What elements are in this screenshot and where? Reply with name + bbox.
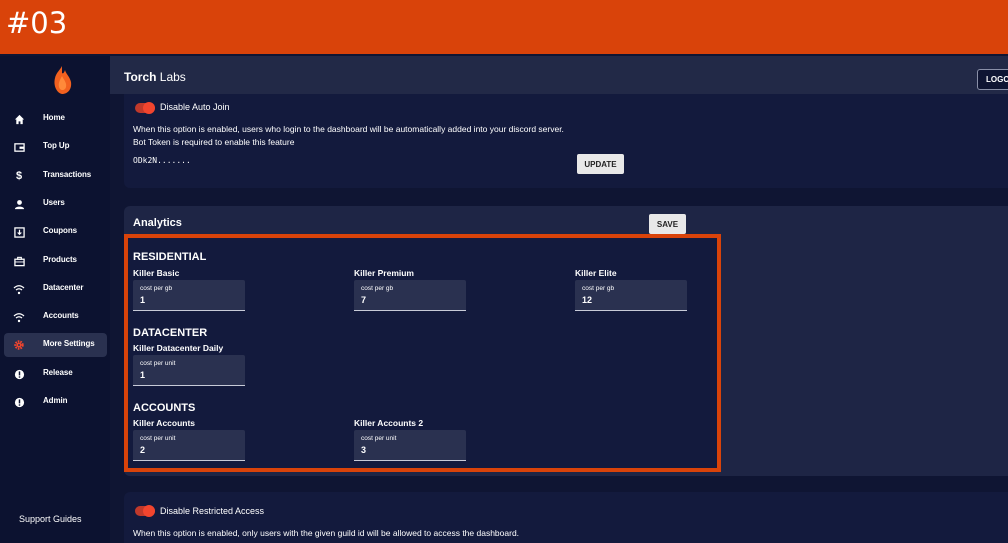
home-icon [12,112,26,126]
brand-suffix: Labs [156,70,186,84]
wifi-icon [12,310,26,324]
sidebar-item-home[interactable]: Home [4,107,107,131]
wallet-icon [12,140,26,154]
sidebar-item-top-up[interactable]: Top Up [4,135,107,159]
flame-icon[interactable] [47,64,77,96]
dollar-icon: $ [15,170,23,182]
field-label: cost per unit [140,435,176,442]
product-name: Killer Basic [133,268,180,278]
top-banner: #03 [0,0,1008,54]
restricted-access-toggle[interactable] [135,505,155,517]
product-costs-highlight: RESIDENTIAL Killer Basic cost per gb 1 K… [124,234,721,472]
logout-button[interactable]: LOGOUT [977,69,1008,90]
field-value: 2 [140,445,146,455]
toggle-knob [143,505,155,517]
sidebar-item-label: Release [43,368,73,377]
cost-input[interactable]: cost per gb 12 [575,280,687,311]
field-label: cost per gb [582,285,615,292]
sidebar-item-datacenter[interactable]: Datacenter [4,277,107,301]
wifi-icon [12,282,26,296]
datacenter-title: DATACENTER [133,327,208,339]
field-label: cost per unit [140,360,176,367]
toggle-knob [143,102,155,114]
update-button[interactable]: UPDATE [577,154,624,174]
accounts-title: ACCOUNTS [133,402,196,414]
bot-token-input[interactable]: ODk2N....... [133,156,191,165]
field-label: cost per gb [140,285,173,292]
field-label: cost per gb [361,285,394,292]
sidebar-item-label: Accounts [43,311,79,320]
field-value: 1 [140,295,146,305]
sidebar-item-label: Admin [43,396,68,405]
auto-join-toggle[interactable] [135,102,155,114]
product-name: Killer Accounts [133,418,196,428]
sidebar-item-coupons[interactable]: Coupons [4,220,107,244]
support-guides-link[interactable]: Support Guides [19,514,82,524]
sidebar-item-accounts[interactable]: Accounts [4,305,107,329]
sidebar-item-release[interactable]: Release [4,362,107,386]
sidebar-item-admin[interactable]: Admin [4,390,107,414]
coupon-icon [12,225,26,239]
briefcase-icon [12,254,26,268]
auto-join-label: Disable Auto Join [160,102,230,112]
restricted-access-panel: Disable Restricted Access When this opti… [124,492,1008,543]
sidebar-item-transactions[interactable]: $ Transactions [4,164,107,188]
restricted-access-description: When this option is enabled, only users … [133,528,520,538]
residential-title: RESIDENTIAL [133,251,207,263]
bot-token-note: Bot Token is required to enable this fea… [133,137,295,147]
product-name: Killer Premium [354,268,414,278]
sidebar-item-users[interactable]: Users [4,192,107,216]
analytics-title: Analytics [133,217,182,229]
field-value: 7 [361,295,367,305]
sidebar-item-label: Datacenter [43,283,84,292]
sidebar-item-label: Home [43,113,65,122]
auto-join-panel: Disable Auto Join When this option is en… [124,94,1008,188]
sidebar-item-more-settings[interactable]: More Settings [4,333,107,357]
sidebar-item-label: Users [43,198,65,207]
field-label: cost per unit [361,435,397,442]
cost-input[interactable]: cost per unit 1 [133,355,245,386]
cost-input[interactable]: cost per gb 1 [133,280,245,311]
sidebar-item-label: Coupons [43,226,77,235]
field-value: 12 [582,295,593,305]
field-value: 1 [140,370,146,380]
step-label: #03 [6,6,68,40]
sidebar-item-label: Transactions [43,170,92,179]
page-header: Torch Labs LOGOUT [110,56,1008,94]
sidebar-item-label: Top Up [43,141,70,150]
sidebar-item-label: More Settings [43,339,95,348]
sidebar-item-products[interactable]: Products [4,249,107,273]
product-name: Killer Datacenter Daily [133,343,224,353]
sidebar-item-label: Products [43,255,77,264]
gear-icon [12,338,26,352]
product-name: Killer Elite [575,268,617,278]
product-name: Killer Accounts 2 [354,418,424,428]
cost-input[interactable]: cost per unit 2 [133,430,245,461]
page-title: Torch Labs [124,70,186,84]
auto-join-description: When this option is enabled, users who l… [133,124,564,134]
user-icon [12,197,26,211]
cost-input[interactable]: cost per unit 3 [354,430,466,461]
brand-name: Torch [124,70,157,84]
restricted-access-label: Disable Restricted Access [160,506,265,516]
field-value: 3 [361,445,367,455]
alert-icon [12,367,26,381]
alert-icon [12,395,26,409]
save-button[interactable]: SAVE [649,214,686,234]
cost-input[interactable]: cost per gb 7 [354,280,466,311]
sidebar: Home Top Up $ Transactions Users Coupons… [0,56,110,543]
